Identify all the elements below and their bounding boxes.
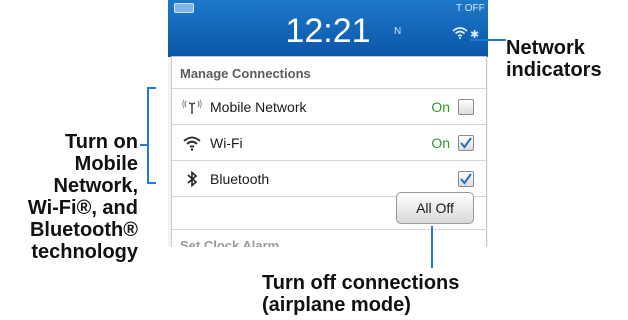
callout-line: Wi-Fi®, and: [27, 197, 138, 219]
callout-line: (airplane mode): [262, 294, 411, 316]
callout-turn-off: Turn off connections (airplane mode): [262, 272, 602, 316]
callout-network-indicators: Network indicators: [506, 37, 626, 81]
callout-line: technology: [31, 241, 138, 263]
callout-line: indicators: [506, 59, 602, 81]
callout-line: Turn off connections: [262, 272, 460, 294]
callout-line: Network,: [53, 175, 138, 197]
callout-line: Network: [506, 37, 585, 59]
callout-line: Mobile: [74, 153, 138, 175]
callout-line: Bluetooth®: [29, 219, 138, 241]
callout-line: Turn on: [65, 131, 138, 153]
callout-turn-on: Turn on Mobile Network, Wi-Fi®, and Blue…: [2, 131, 138, 263]
